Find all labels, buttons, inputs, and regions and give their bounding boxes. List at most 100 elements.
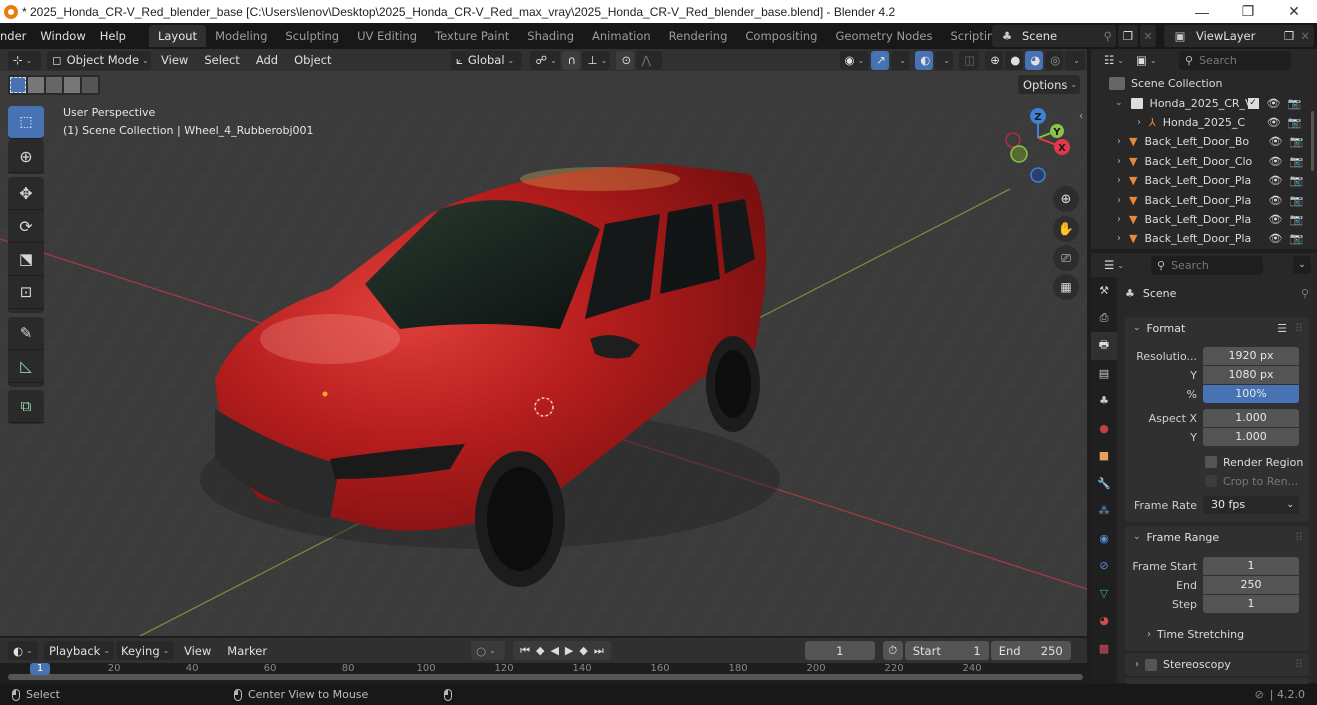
frame-step-field[interactable]: 1 [1203,595,1299,613]
keying-menu[interactable]: Keying ⌄ [116,641,174,660]
eye-icon[interactable]: 👁 [1268,213,1282,226]
proportional-edit-toggle[interactable]: ⊙ [616,50,635,70]
tab-modeling[interactable]: Modeling [206,25,276,47]
tool-select-box[interactable]: ⬚ [8,106,44,139]
next-keyframe-icon[interactable]: ◆ [579,644,587,657]
menu-view[interactable]: View [153,53,196,67]
end-frame-field[interactable]: End 250 [990,641,1071,660]
tab-constraints[interactable]: ⊘ [1091,552,1117,580]
start-frame-field[interactable]: Start 1 [904,641,989,660]
frame-range-header[interactable]: ⌄ Frame Range ⠿ [1125,526,1309,548]
eye-icon[interactable]: 👁 [1267,116,1281,129]
tool-move[interactable]: ✥ [8,177,44,210]
expand-icon[interactable]: › [1117,156,1121,167]
preview-range-toggle[interactable]: ⏱ [882,641,903,660]
menu-render[interactable]: nder [0,23,33,49]
outliner-item[interactable]: › ▼ Back_Left_Door_Pla 👁 📷 [1091,210,1317,229]
play-icon[interactable]: ▶ [565,644,573,657]
menu-window[interactable]: Window [33,23,92,49]
exclude-checkbox[interactable]: ✓ [1247,97,1259,109]
tab-material[interactable]: ◕ [1091,607,1117,635]
outliner-item[interactable]: › ▼ Back_Left_Door_Pla 👁 📷 [1091,171,1317,190]
camera-render-icon[interactable]: 📷 [1289,213,1303,226]
stereoscopy-checkbox[interactable] [1145,658,1157,671]
xray-toggle[interactable]: ◫ [959,50,980,70]
tool-transform[interactable]: ⊡ [8,276,44,309]
new-view-layer-icon[interactable]: ❐ [1284,29,1294,43]
tool-cursor[interactable]: ⊕ [8,140,44,173]
prev-keyframe-icon[interactable]: ◆ [536,644,544,657]
aspect-x-field[interactable]: 1.000 [1203,409,1299,427]
view-layer-selector[interactable]: ▣ ViewLayer ❐ ✕ [1164,25,1314,47]
auto-keying-toggle[interactable]: ○ ⌄ [471,641,506,660]
outliner-item[interactable]: › ▼ Back_Left_Door_Bo 👁 📷 [1091,132,1317,151]
shading-solid[interactable]: ● [1005,50,1024,70]
select-invert-icon[interactable] [64,77,80,93]
snap-target-button[interactable]: ⊥ ⌄ [582,50,611,70]
format-panel-header[interactable]: ⌄ Format ☰ ⠿ [1125,317,1309,339]
gizmo-toggle[interactable]: ↗ [871,50,890,70]
camera-render-icon[interactable]: 📷 [1288,116,1302,129]
menu-help[interactable]: Help [93,23,133,49]
tab-output[interactable]: 🖶 [1091,332,1117,360]
eye-icon[interactable]: 👁 [1268,135,1282,148]
timeline-menu-marker[interactable]: Marker [219,644,275,658]
outliner-display-mode[interactable]: ☷ ⌄ [1099,51,1129,70]
outliner-filter[interactable]: ▣ ⌄ [1131,51,1161,70]
pan-view-button[interactable]: ✋ [1053,216,1079,242]
expand-icon[interactable]: › [1117,175,1121,186]
time-stretching-subpanel[interactable]: › Time Stretching [1125,625,1309,643]
tab-tool[interactable]: ⚒ [1091,277,1117,305]
eye-icon[interactable]: 👁 [1268,174,1282,187]
jump-start-icon[interactable]: ⏮ [520,644,530,658]
expand-icon[interactable]: › [1117,136,1121,147]
properties-search-input[interactable]: ⚲ Search [1151,255,1263,275]
crop-checkbox[interactable] [1205,475,1217,487]
gizmo-dropdown[interactable]: ⌄ [891,50,910,70]
tab-object[interactable]: ■ [1091,442,1117,470]
camera-render-icon[interactable]: 📷 [1288,97,1302,110]
tab-compositing[interactable]: Compositing [736,25,826,47]
3d-viewport[interactable]: ⊹ ⌄ ◻ Object Mode ⌄ View Select Add Object … [0,49,1087,636]
delete-view-layer-icon[interactable]: ✕ [1300,29,1310,43]
toggle-ortho-button[interactable]: ▦ [1053,274,1079,300]
resolution-x-field[interactable]: 1920 px [1203,347,1299,365]
camera-render-icon[interactable]: 📷 [1289,174,1303,187]
camera-render-icon[interactable]: 📷 [1289,232,1303,245]
mode-selector[interactable]: ◻ Object Mode ⌄ [47,50,152,70]
shading-material-preview[interactable]: ◕ [1025,50,1044,70]
tab-view-layer[interactable]: ▤ [1091,360,1117,388]
tool-add-cube[interactable]: ⧉ [8,390,44,423]
outliner-scrollbar[interactable] [1311,111,1314,171]
stereoscopy-header[interactable]: › Stereoscopy ⠿ [1125,653,1309,676]
tab-particles[interactable]: ⁂ [1091,497,1117,525]
new-scene-button[interactable]: ❐ [1118,25,1138,47]
navigation-gizmo[interactable]: Z Y X [1000,104,1080,184]
timeline-area[interactable]: 20 40 60 80 100 120 140 160 180 200 220 240 1 [0,663,1087,684]
current-frame-field[interactable]: 1 [804,641,875,660]
outliner-scene-collection[interactable]: Scene Collection [1091,74,1317,93]
frame-start-field[interactable]: 1 [1203,557,1299,575]
outliner-item[interactable]: › ⅄ Honda_2025_C 👁 📷 [1091,113,1317,132]
stereoscopy-panel[interactable]: › Stereoscopy ⠿ [1125,653,1309,676]
properties-options-dropdown[interactable]: ⌄ [1293,256,1311,274]
gizmo-neg-y[interactable] [1010,145,1028,163]
transform-orientation-selector[interactable]: ⟀ Global ⌄ [450,50,523,70]
overlays-toggle[interactable]: ◐ [915,50,934,70]
visibility-selector[interactable]: ◉ ⌄ [839,50,870,70]
outliner-item[interactable]: ⌄ Honda_2025_CR_V ✓ 👁 📷 [1091,93,1317,112]
menu-add[interactable]: Add [248,53,286,67]
overlays-dropdown[interactable]: ⌄ [935,50,954,70]
menu-select[interactable]: Select [196,53,247,67]
frame-end-field[interactable]: 250 [1203,576,1299,594]
tab-texture[interactable]: ▩ [1091,635,1117,663]
eye-icon[interactable]: 👁 [1268,194,1282,207]
collapse-icon[interactable]: ⌄ [1115,98,1123,108]
play-reverse-icon[interactable]: ◀ [550,644,558,657]
timeline-menu-view[interactable]: View [176,644,219,658]
camera-render-icon[interactable]: 📷 [1289,155,1303,168]
pin-icon[interactable]: ⚲ [1301,287,1309,300]
drag-handle-icon[interactable]: ⠿ [1295,322,1303,335]
crop-row[interactable]: Crop to Ren... [1125,472,1309,490]
timeline-editor-type[interactable]: ◐ ⌄ [8,641,38,660]
